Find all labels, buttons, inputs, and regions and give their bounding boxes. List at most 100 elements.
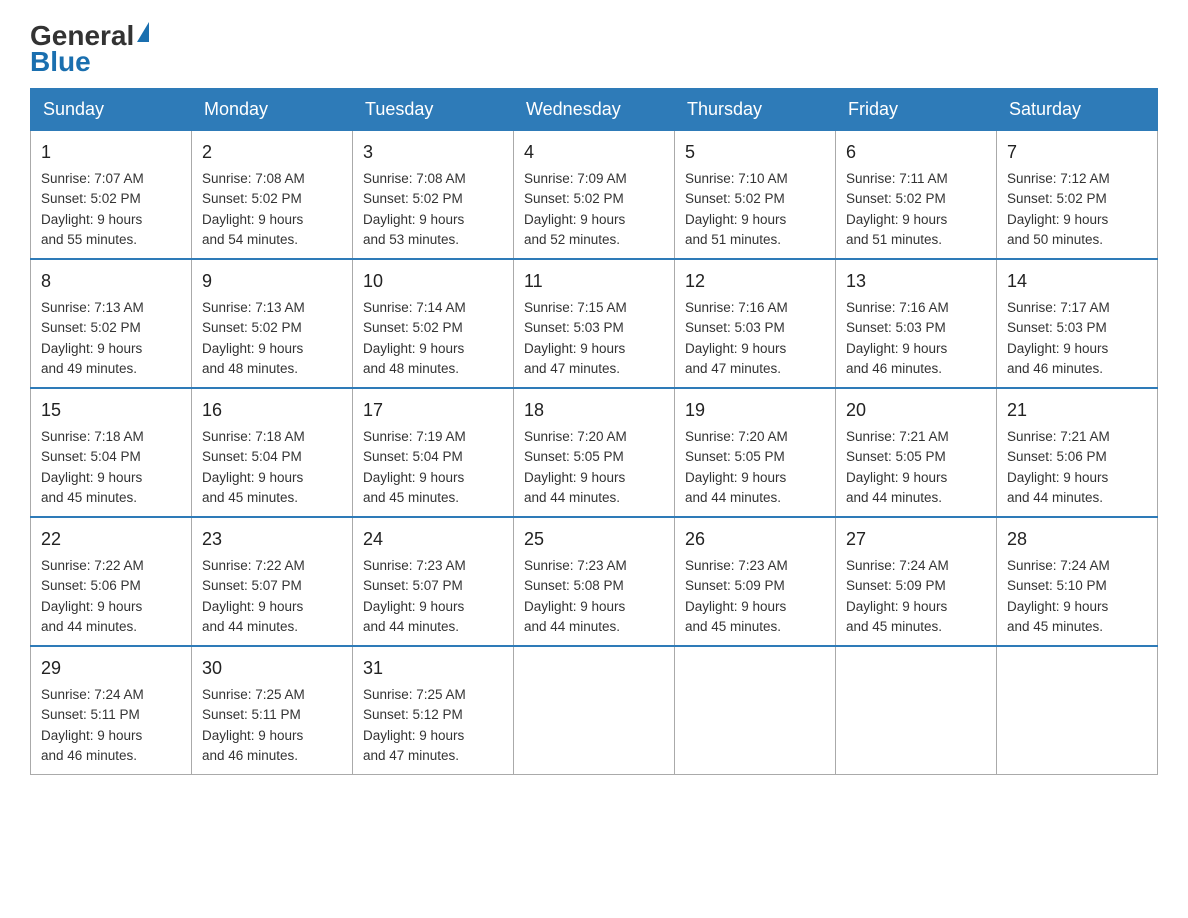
daylight-minutes: and 49 minutes. bbox=[41, 361, 137, 376]
daylight-label: Daylight: 9 hours bbox=[524, 599, 625, 614]
sunrise-label: Sunrise: 7:11 AM bbox=[846, 171, 948, 186]
day-number: 31 bbox=[363, 655, 503, 682]
calendar-cell bbox=[675, 646, 836, 775]
daylight-minutes: and 53 minutes. bbox=[363, 232, 459, 247]
calendar-week-row: 1Sunrise: 7:07 AMSunset: 5:02 PMDaylight… bbox=[31, 131, 1158, 260]
sunrise-label: Sunrise: 7:15 AM bbox=[524, 300, 627, 315]
sunset-label: Sunset: 5:03 PM bbox=[685, 320, 785, 335]
sunset-label: Sunset: 5:02 PM bbox=[202, 191, 302, 206]
daylight-label: Daylight: 9 hours bbox=[363, 470, 464, 485]
daylight-label: Daylight: 9 hours bbox=[41, 728, 142, 743]
sunset-label: Sunset: 5:10 PM bbox=[1007, 578, 1107, 593]
daylight-label: Daylight: 9 hours bbox=[202, 341, 303, 356]
day-number: 29 bbox=[41, 655, 181, 682]
daylight-minutes: and 44 minutes. bbox=[685, 490, 781, 505]
sunrise-label: Sunrise: 7:19 AM bbox=[363, 429, 466, 444]
calendar-cell: 8Sunrise: 7:13 AMSunset: 5:02 PMDaylight… bbox=[31, 259, 192, 388]
sunrise-label: Sunrise: 7:17 AM bbox=[1007, 300, 1110, 315]
daylight-label: Daylight: 9 hours bbox=[363, 212, 464, 227]
daylight-minutes: and 44 minutes. bbox=[363, 619, 459, 634]
calendar-cell bbox=[836, 646, 997, 775]
calendar-cell: 17Sunrise: 7:19 AMSunset: 5:04 PMDayligh… bbox=[353, 388, 514, 517]
daylight-minutes: and 45 minutes. bbox=[41, 490, 137, 505]
calendar-cell bbox=[997, 646, 1158, 775]
sunrise-label: Sunrise: 7:13 AM bbox=[202, 300, 305, 315]
daylight-minutes: and 51 minutes. bbox=[846, 232, 942, 247]
calendar-header-row: SundayMondayTuesdayWednesdayThursdayFrid… bbox=[31, 89, 1158, 131]
day-number: 24 bbox=[363, 526, 503, 553]
daylight-label: Daylight: 9 hours bbox=[846, 212, 947, 227]
daylight-label: Daylight: 9 hours bbox=[846, 599, 947, 614]
daylight-minutes: and 45 minutes. bbox=[685, 619, 781, 634]
sunset-label: Sunset: 5:02 PM bbox=[524, 191, 624, 206]
day-number: 18 bbox=[524, 397, 664, 424]
day-number: 3 bbox=[363, 139, 503, 166]
sunrise-label: Sunrise: 7:21 AM bbox=[846, 429, 949, 444]
calendar-cell bbox=[514, 646, 675, 775]
calendar-cell: 30Sunrise: 7:25 AMSunset: 5:11 PMDayligh… bbox=[192, 646, 353, 775]
calendar-cell: 16Sunrise: 7:18 AMSunset: 5:04 PMDayligh… bbox=[192, 388, 353, 517]
sunrise-label: Sunrise: 7:16 AM bbox=[846, 300, 949, 315]
sunrise-label: Sunrise: 7:25 AM bbox=[202, 687, 305, 702]
daylight-minutes: and 52 minutes. bbox=[524, 232, 620, 247]
sunrise-label: Sunrise: 7:21 AM bbox=[1007, 429, 1110, 444]
calendar-header-sunday: Sunday bbox=[31, 89, 192, 131]
daylight-label: Daylight: 9 hours bbox=[41, 599, 142, 614]
day-number: 16 bbox=[202, 397, 342, 424]
daylight-minutes: and 46 minutes. bbox=[1007, 361, 1103, 376]
day-number: 26 bbox=[685, 526, 825, 553]
calendar-cell: 2Sunrise: 7:08 AMSunset: 5:02 PMDaylight… bbox=[192, 131, 353, 260]
daylight-label: Daylight: 9 hours bbox=[202, 599, 303, 614]
day-number: 21 bbox=[1007, 397, 1147, 424]
calendar-cell: 31Sunrise: 7:25 AMSunset: 5:12 PMDayligh… bbox=[353, 646, 514, 775]
calendar-header-tuesday: Tuesday bbox=[353, 89, 514, 131]
daylight-minutes: and 54 minutes. bbox=[202, 232, 298, 247]
daylight-label: Daylight: 9 hours bbox=[1007, 599, 1108, 614]
day-number: 8 bbox=[41, 268, 181, 295]
daylight-minutes: and 47 minutes. bbox=[363, 748, 459, 763]
daylight-minutes: and 51 minutes. bbox=[685, 232, 781, 247]
daylight-label: Daylight: 9 hours bbox=[41, 341, 142, 356]
sunset-label: Sunset: 5:02 PM bbox=[202, 320, 302, 335]
daylight-label: Daylight: 9 hours bbox=[846, 341, 947, 356]
sunrise-label: Sunrise: 7:12 AM bbox=[1007, 171, 1110, 186]
sunrise-label: Sunrise: 7:25 AM bbox=[363, 687, 466, 702]
calendar-cell: 24Sunrise: 7:23 AMSunset: 5:07 PMDayligh… bbox=[353, 517, 514, 646]
day-number: 28 bbox=[1007, 526, 1147, 553]
calendar-cell: 3Sunrise: 7:08 AMSunset: 5:02 PMDaylight… bbox=[353, 131, 514, 260]
calendar-cell: 23Sunrise: 7:22 AMSunset: 5:07 PMDayligh… bbox=[192, 517, 353, 646]
sunrise-label: Sunrise: 7:16 AM bbox=[685, 300, 788, 315]
calendar-cell: 20Sunrise: 7:21 AMSunset: 5:05 PMDayligh… bbox=[836, 388, 997, 517]
sunrise-label: Sunrise: 7:07 AM bbox=[41, 171, 144, 186]
day-number: 27 bbox=[846, 526, 986, 553]
logo-blue-text: Blue bbox=[30, 46, 91, 78]
daylight-minutes: and 50 minutes. bbox=[1007, 232, 1103, 247]
calendar-cell: 5Sunrise: 7:10 AMSunset: 5:02 PMDaylight… bbox=[675, 131, 836, 260]
day-number: 17 bbox=[363, 397, 503, 424]
sunrise-label: Sunrise: 7:18 AM bbox=[202, 429, 305, 444]
day-number: 5 bbox=[685, 139, 825, 166]
calendar-header-saturday: Saturday bbox=[997, 89, 1158, 131]
daylight-label: Daylight: 9 hours bbox=[524, 212, 625, 227]
sunrise-label: Sunrise: 7:24 AM bbox=[41, 687, 144, 702]
calendar-cell: 1Sunrise: 7:07 AMSunset: 5:02 PMDaylight… bbox=[31, 131, 192, 260]
daylight-label: Daylight: 9 hours bbox=[363, 341, 464, 356]
sunset-label: Sunset: 5:09 PM bbox=[685, 578, 785, 593]
sunrise-label: Sunrise: 7:10 AM bbox=[685, 171, 788, 186]
daylight-minutes: and 55 minutes. bbox=[41, 232, 137, 247]
daylight-label: Daylight: 9 hours bbox=[685, 470, 786, 485]
calendar-cell: 12Sunrise: 7:16 AMSunset: 5:03 PMDayligh… bbox=[675, 259, 836, 388]
calendar-header-thursday: Thursday bbox=[675, 89, 836, 131]
daylight-label: Daylight: 9 hours bbox=[1007, 341, 1108, 356]
calendar-table: SundayMondayTuesdayWednesdayThursdayFrid… bbox=[30, 88, 1158, 775]
sunrise-label: Sunrise: 7:09 AM bbox=[524, 171, 627, 186]
day-number: 12 bbox=[685, 268, 825, 295]
day-number: 23 bbox=[202, 526, 342, 553]
daylight-label: Daylight: 9 hours bbox=[685, 212, 786, 227]
sunset-label: Sunset: 5:07 PM bbox=[202, 578, 302, 593]
sunset-label: Sunset: 5:02 PM bbox=[1007, 191, 1107, 206]
daylight-label: Daylight: 9 hours bbox=[524, 470, 625, 485]
sunset-label: Sunset: 5:02 PM bbox=[363, 191, 463, 206]
calendar-cell: 21Sunrise: 7:21 AMSunset: 5:06 PMDayligh… bbox=[997, 388, 1158, 517]
daylight-minutes: and 47 minutes. bbox=[524, 361, 620, 376]
